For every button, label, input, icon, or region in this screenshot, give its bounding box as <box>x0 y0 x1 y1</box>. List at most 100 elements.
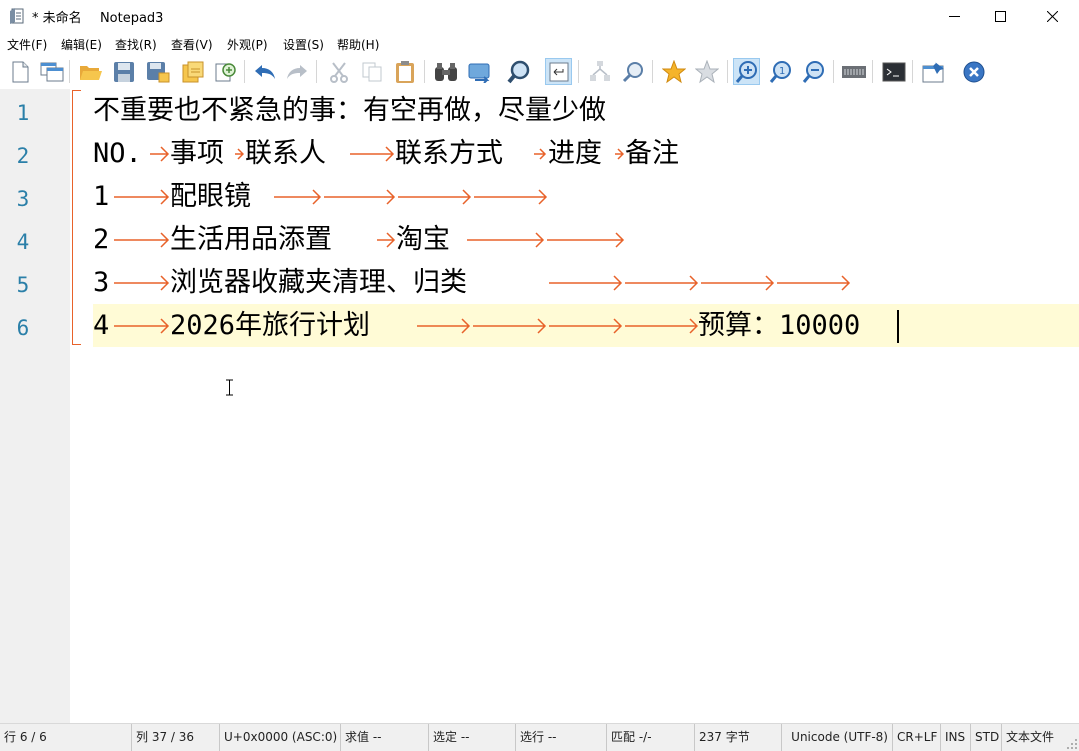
zoom-out-button[interactable] <box>800 58 827 85</box>
menu-edit[interactable]: 编辑(E) <box>61 36 102 53</box>
word-wrap-icon <box>549 62 568 81</box>
terminal-button[interactable] <box>880 58 907 85</box>
resize-grip-icon[interactable] <box>1066 738 1078 750</box>
minimize-icon <box>948 16 960 17</box>
save-button[interactable] <box>110 58 137 85</box>
undo-button[interactable] <box>251 58 278 85</box>
current-text-line[interactable]: 4 2026年旅行计划 预算：10000 <box>93 304 1079 347</box>
status-bytes[interactable]: 237 字节 <box>695 724 782 751</box>
line-number: 1 <box>16 101 30 125</box>
notepad3-app-icon[interactable] <box>9 7 25 25</box>
add-favorite-button[interactable] <box>693 58 720 85</box>
tab-arrow-icon <box>114 275 170 291</box>
status-selected-lines[interactable]: 选行 -- <box>516 724 607 751</box>
text-line[interactable]: 2 生活用品添置 淘宝 <box>93 218 1079 261</box>
find-button[interactable] <box>432 58 459 85</box>
find-next-button[interactable] <box>505 58 532 85</box>
menu-help[interactable]: 帮助(H) <box>337 36 379 53</box>
status-lexer[interactable]: 文本文件 <box>1002 724 1064 751</box>
tab-arrow-icon <box>615 148 624 160</box>
fold-marker[interactable] <box>72 90 81 345</box>
tab-arrow-group <box>417 318 698 334</box>
status-column[interactable]: 列 37 / 36 <box>132 724 220 751</box>
header-notes: 备注 <box>625 138 679 169</box>
ibeam-cursor-icon <box>226 379 233 396</box>
text-line[interactable]: 1 配眼镜 <box>93 175 1079 218</box>
word-wrap-button[interactable] <box>545 58 572 85</box>
close-icon <box>1046 11 1058 22</box>
status-unicode[interactable]: U+0x0000 (ASC:0) <box>220 724 341 751</box>
row-contact: 淘宝 <box>396 224 450 255</box>
new-file-button[interactable] <box>6 58 33 85</box>
text-line[interactable]: NO. 事项 联系人 联系方式 进度 备注 <box>93 132 1079 175</box>
row-number: 4 <box>93 310 110 341</box>
tab-arrow-icon <box>534 148 547 160</box>
status-std[interactable]: STD <box>971 724 1002 751</box>
header-item: 事项 <box>170 138 224 169</box>
minimize-button[interactable] <box>931 0 977 33</box>
maximize-button[interactable] <box>977 0 1023 33</box>
zoom-out-icon <box>802 60 824 83</box>
exit-icon <box>963 61 984 82</box>
save-copy-icon <box>182 61 203 82</box>
pin-button[interactable] <box>920 58 947 85</box>
tab-arrow-group <box>467 232 625 248</box>
line-number: 4 <box>16 230 30 254</box>
browse-button[interactable] <box>212 58 239 85</box>
replace-button[interactable] <box>466 58 493 85</box>
text-line[interactable]: 不重要也不紧急的事：有空再做，尽量少做 <box>93 89 1079 132</box>
save-icon <box>113 61 134 82</box>
status-match[interactable]: 匹配 -/- <box>607 724 695 751</box>
svg-text:1: 1 <box>779 66 785 77</box>
header-no: NO. <box>93 138 142 169</box>
status-ins[interactable]: INS <box>941 724 971 751</box>
status-encoding[interactable]: Unicode (UTF-8) <box>782 724 893 751</box>
menu-find[interactable]: 查找(R) <box>115 36 157 53</box>
maximize-icon <box>994 11 1006 22</box>
text-caret <box>897 310 899 343</box>
favorite-icon <box>661 59 686 83</box>
menu-view[interactable]: 查看(V) <box>171 36 213 53</box>
toolbar-separator <box>727 60 728 83</box>
menu-settings[interactable]: 设置(S) <box>283 36 324 53</box>
indent-guide-button[interactable] <box>586 58 613 85</box>
indent-guide-icon <box>589 60 610 81</box>
new-file-icon <box>12 61 28 82</box>
paste-button[interactable] <box>391 58 418 85</box>
exit-button[interactable] <box>960 58 987 85</box>
fold-margin[interactable] <box>70 89 93 723</box>
status-bar: 行 6 / 6 列 37 / 36 U+0x0000 (ASC:0) 求值 --… <box>0 723 1079 751</box>
zoom-in-button[interactable] <box>733 58 760 85</box>
menu-appearance[interactable]: 外观(P) <box>227 36 268 53</box>
row-item: 生活用品添置 <box>170 224 332 255</box>
tab-arrow-group <box>549 275 851 291</box>
line-number: 5 <box>16 273 30 297</box>
favorite-button[interactable] <box>660 58 687 85</box>
editor-area[interactable]: 1 2 3 4 5 6 不重要也不紧急的事：有空再做，尽量少做 NO. 事项 联… <box>0 89 1079 723</box>
toolbar-separator <box>872 60 873 83</box>
document-name: 未命名 <box>42 11 82 26</box>
new-window-button[interactable] <box>38 58 65 85</box>
status-selection[interactable]: 选定 -- <box>429 724 516 751</box>
status-eol[interactable]: CR+LF <box>893 724 941 751</box>
copy-button[interactable] <box>358 58 385 85</box>
cut-button[interactable] <box>325 58 352 85</box>
open-button[interactable] <box>77 58 104 85</box>
line-number-gutter[interactable]: 1 2 3 4 5 6 <box>0 89 70 723</box>
toolbar-separator <box>69 60 70 83</box>
encoding-button[interactable] <box>840 58 867 85</box>
close-button[interactable] <box>1029 0 1075 33</box>
redo-button[interactable] <box>283 58 310 85</box>
tab-arrow-icon <box>377 232 396 248</box>
save-as-icon <box>146 61 169 82</box>
zoom-lens-button[interactable] <box>620 58 647 85</box>
save-as-button[interactable] <box>144 58 171 85</box>
replace-icon <box>468 63 489 83</box>
tab-arrow-icon <box>114 189 170 205</box>
status-value[interactable]: 求值 -- <box>341 724 429 751</box>
zoom-reset-button[interactable]: 1 <box>767 58 794 85</box>
menu-file[interactable]: 文件(F) <box>7 36 47 53</box>
status-line[interactable]: 行 6 / 6 <box>0 724 132 751</box>
text-line[interactable]: 3 浏览器收藏夹清理、归类 <box>93 261 1079 304</box>
save-copy-button[interactable] <box>178 58 205 85</box>
